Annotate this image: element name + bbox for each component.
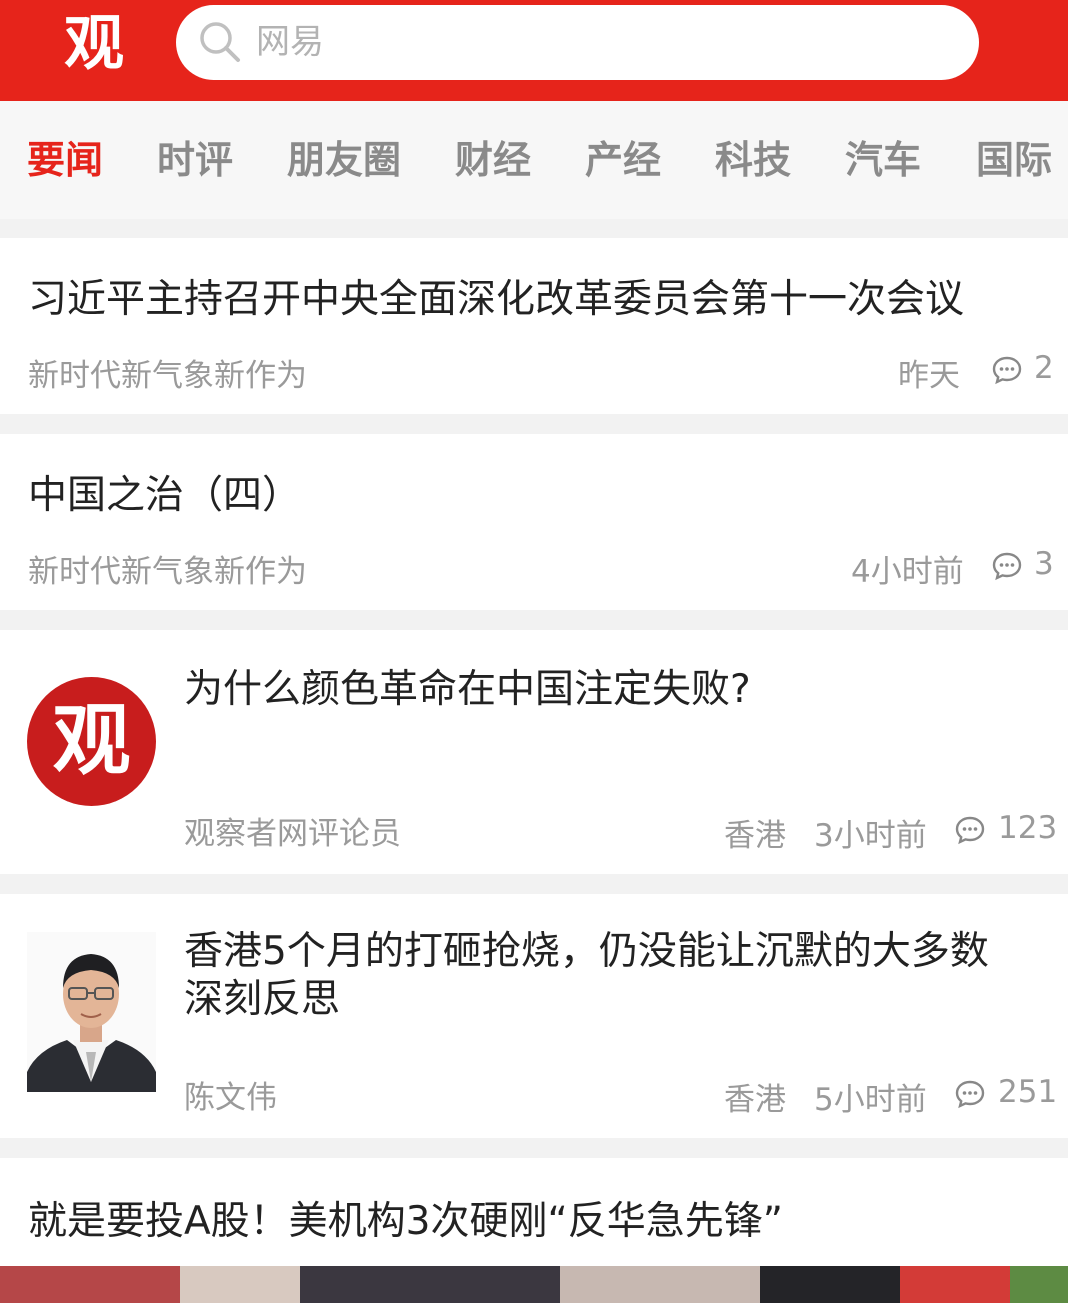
news-location: 香港	[724, 1082, 786, 1118]
tab-shiping[interactable]: 时评	[157, 101, 233, 219]
top-bar: 观 网易	[0, 0, 1068, 101]
news-title-line2: 深刻反思	[184, 977, 341, 1022]
author-avatar: 观	[27, 677, 156, 806]
news-time: 昨天	[898, 358, 960, 394]
comment-icon	[955, 816, 985, 845]
app-logo[interactable]: 观	[58, 8, 130, 80]
tab-qiche[interactable]: 汽车	[845, 101, 921, 219]
news-item[interactable]: 中国之治（四） 新时代新气象新作为 4小时前 3	[0, 434, 1068, 610]
news-time: 4小时前	[851, 554, 964, 590]
category-tabs: 要闻 时评 朋友圈 财经 产经 科技 汽车 国际	[0, 101, 1068, 219]
author-photo	[27, 932, 156, 1092]
person-photo-icon	[27, 932, 156, 1092]
comment-icon	[955, 1080, 985, 1109]
news-item[interactable]: 香港5个月的打砸抢烧，仍没能让沉默的大多数 深刻反思 陈文伟 香港 5小时前 2…	[0, 894, 1068, 1138]
search-placeholder: 网易	[256, 22, 324, 62]
news-time: 5小时前	[814, 1082, 927, 1118]
comment-count: 3	[1034, 546, 1054, 582]
cover-photo-icon	[0, 1266, 1068, 1303]
comment-count: 2	[1034, 350, 1054, 386]
comment-icon	[992, 356, 1022, 385]
comment-count: 123	[998, 810, 1058, 846]
tab-pengyouquan[interactable]: 朋友圈	[287, 101, 401, 219]
tab-caijing[interactable]: 财经	[455, 101, 531, 219]
news-title: 就是要投A股！美机构3次硬刚“反华急先锋”	[28, 1199, 783, 1244]
news-item[interactable]: 观 为什么颜色革命在中国注定失败? 观察者网评论员 香港 3小时前 123	[0, 630, 1068, 874]
news-title: 习近平主持召开中央全面深化改革委员会第十一次会议	[28, 277, 965, 322]
search-input[interactable]: 网易	[176, 5, 979, 80]
tab-yaowen[interactable]: 要闻	[27, 101, 103, 219]
news-title: 中国之治（四）	[28, 473, 302, 518]
comment-icon	[992, 552, 1022, 581]
comment-count: 251	[998, 1074, 1058, 1110]
search-icon	[200, 22, 240, 62]
tab-keji[interactable]: 科技	[715, 101, 791, 219]
news-author: 陈文伟	[184, 1080, 277, 1116]
news-item[interactable]: 习近平主持召开中央全面深化改革委员会第十一次会议 新时代新气象新作为 昨天 2	[0, 238, 1068, 414]
tab-guoji[interactable]: 国际	[976, 101, 1052, 219]
news-author: 观察者网评论员	[184, 816, 401, 852]
news-item[interactable]: 就是要投A股！美机构3次硬刚“反华急先锋”	[0, 1158, 1068, 1303]
news-cover-image	[0, 1266, 1068, 1303]
news-title: 为什么颜色革命在中国注定失败?	[184, 667, 751, 712]
news-time: 3小时前	[814, 818, 927, 854]
tab-chanjing[interactable]: 产经	[585, 101, 661, 219]
news-location: 香港	[724, 818, 786, 854]
news-source: 新时代新气象新作为	[28, 554, 307, 590]
news-source: 新时代新气象新作为	[28, 358, 307, 394]
